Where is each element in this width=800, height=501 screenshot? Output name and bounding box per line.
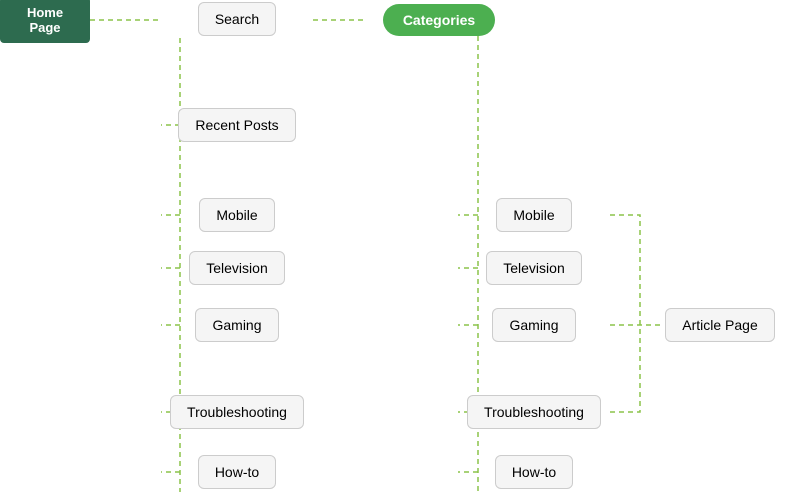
categories-node: Categories — [363, 4, 515, 36]
home-page-label: Home Page — [0, 0, 90, 43]
howto-right-label: How-to — [495, 455, 573, 489]
mobile-right-label: Mobile — [496, 198, 571, 232]
gaming-left-node: Gaming — [161, 305, 313, 345]
mobile-left-node: Mobile — [161, 195, 313, 235]
television-right-label: Television — [486, 251, 581, 285]
article-page-node: Article Page — [660, 305, 780, 345]
howto-left-label: How-to — [198, 455, 276, 489]
mobile-left-label: Mobile — [199, 198, 274, 232]
recent-posts-node: Recent Posts — [161, 105, 313, 145]
troubleshooting-right-node: Troubleshooting — [458, 392, 610, 432]
search-node: Search — [161, 0, 313, 38]
gaming-right-node: Gaming — [458, 305, 610, 345]
television-left-node: Television — [161, 248, 313, 288]
troubleshooting-left-label: Troubleshooting — [170, 395, 304, 429]
television-right-node: Television — [458, 248, 610, 288]
troubleshooting-right-label: Troubleshooting — [467, 395, 601, 429]
gaming-left-label: Gaming — [195, 308, 278, 342]
howto-right-node: How-to — [458, 452, 610, 492]
troubleshooting-left-node: Troubleshooting — [161, 392, 313, 432]
home-page-node: Home Page — [0, 4, 90, 36]
article-page-label: Article Page — [665, 308, 774, 342]
search-label: Search — [198, 2, 276, 36]
recent-posts-label: Recent Posts — [178, 108, 295, 142]
gaming-right-label: Gaming — [492, 308, 575, 342]
mobile-right-node: Mobile — [458, 195, 610, 235]
television-left-label: Television — [189, 251, 284, 285]
categories-label: Categories — [383, 4, 495, 36]
howto-left-node: How-to — [161, 452, 313, 492]
